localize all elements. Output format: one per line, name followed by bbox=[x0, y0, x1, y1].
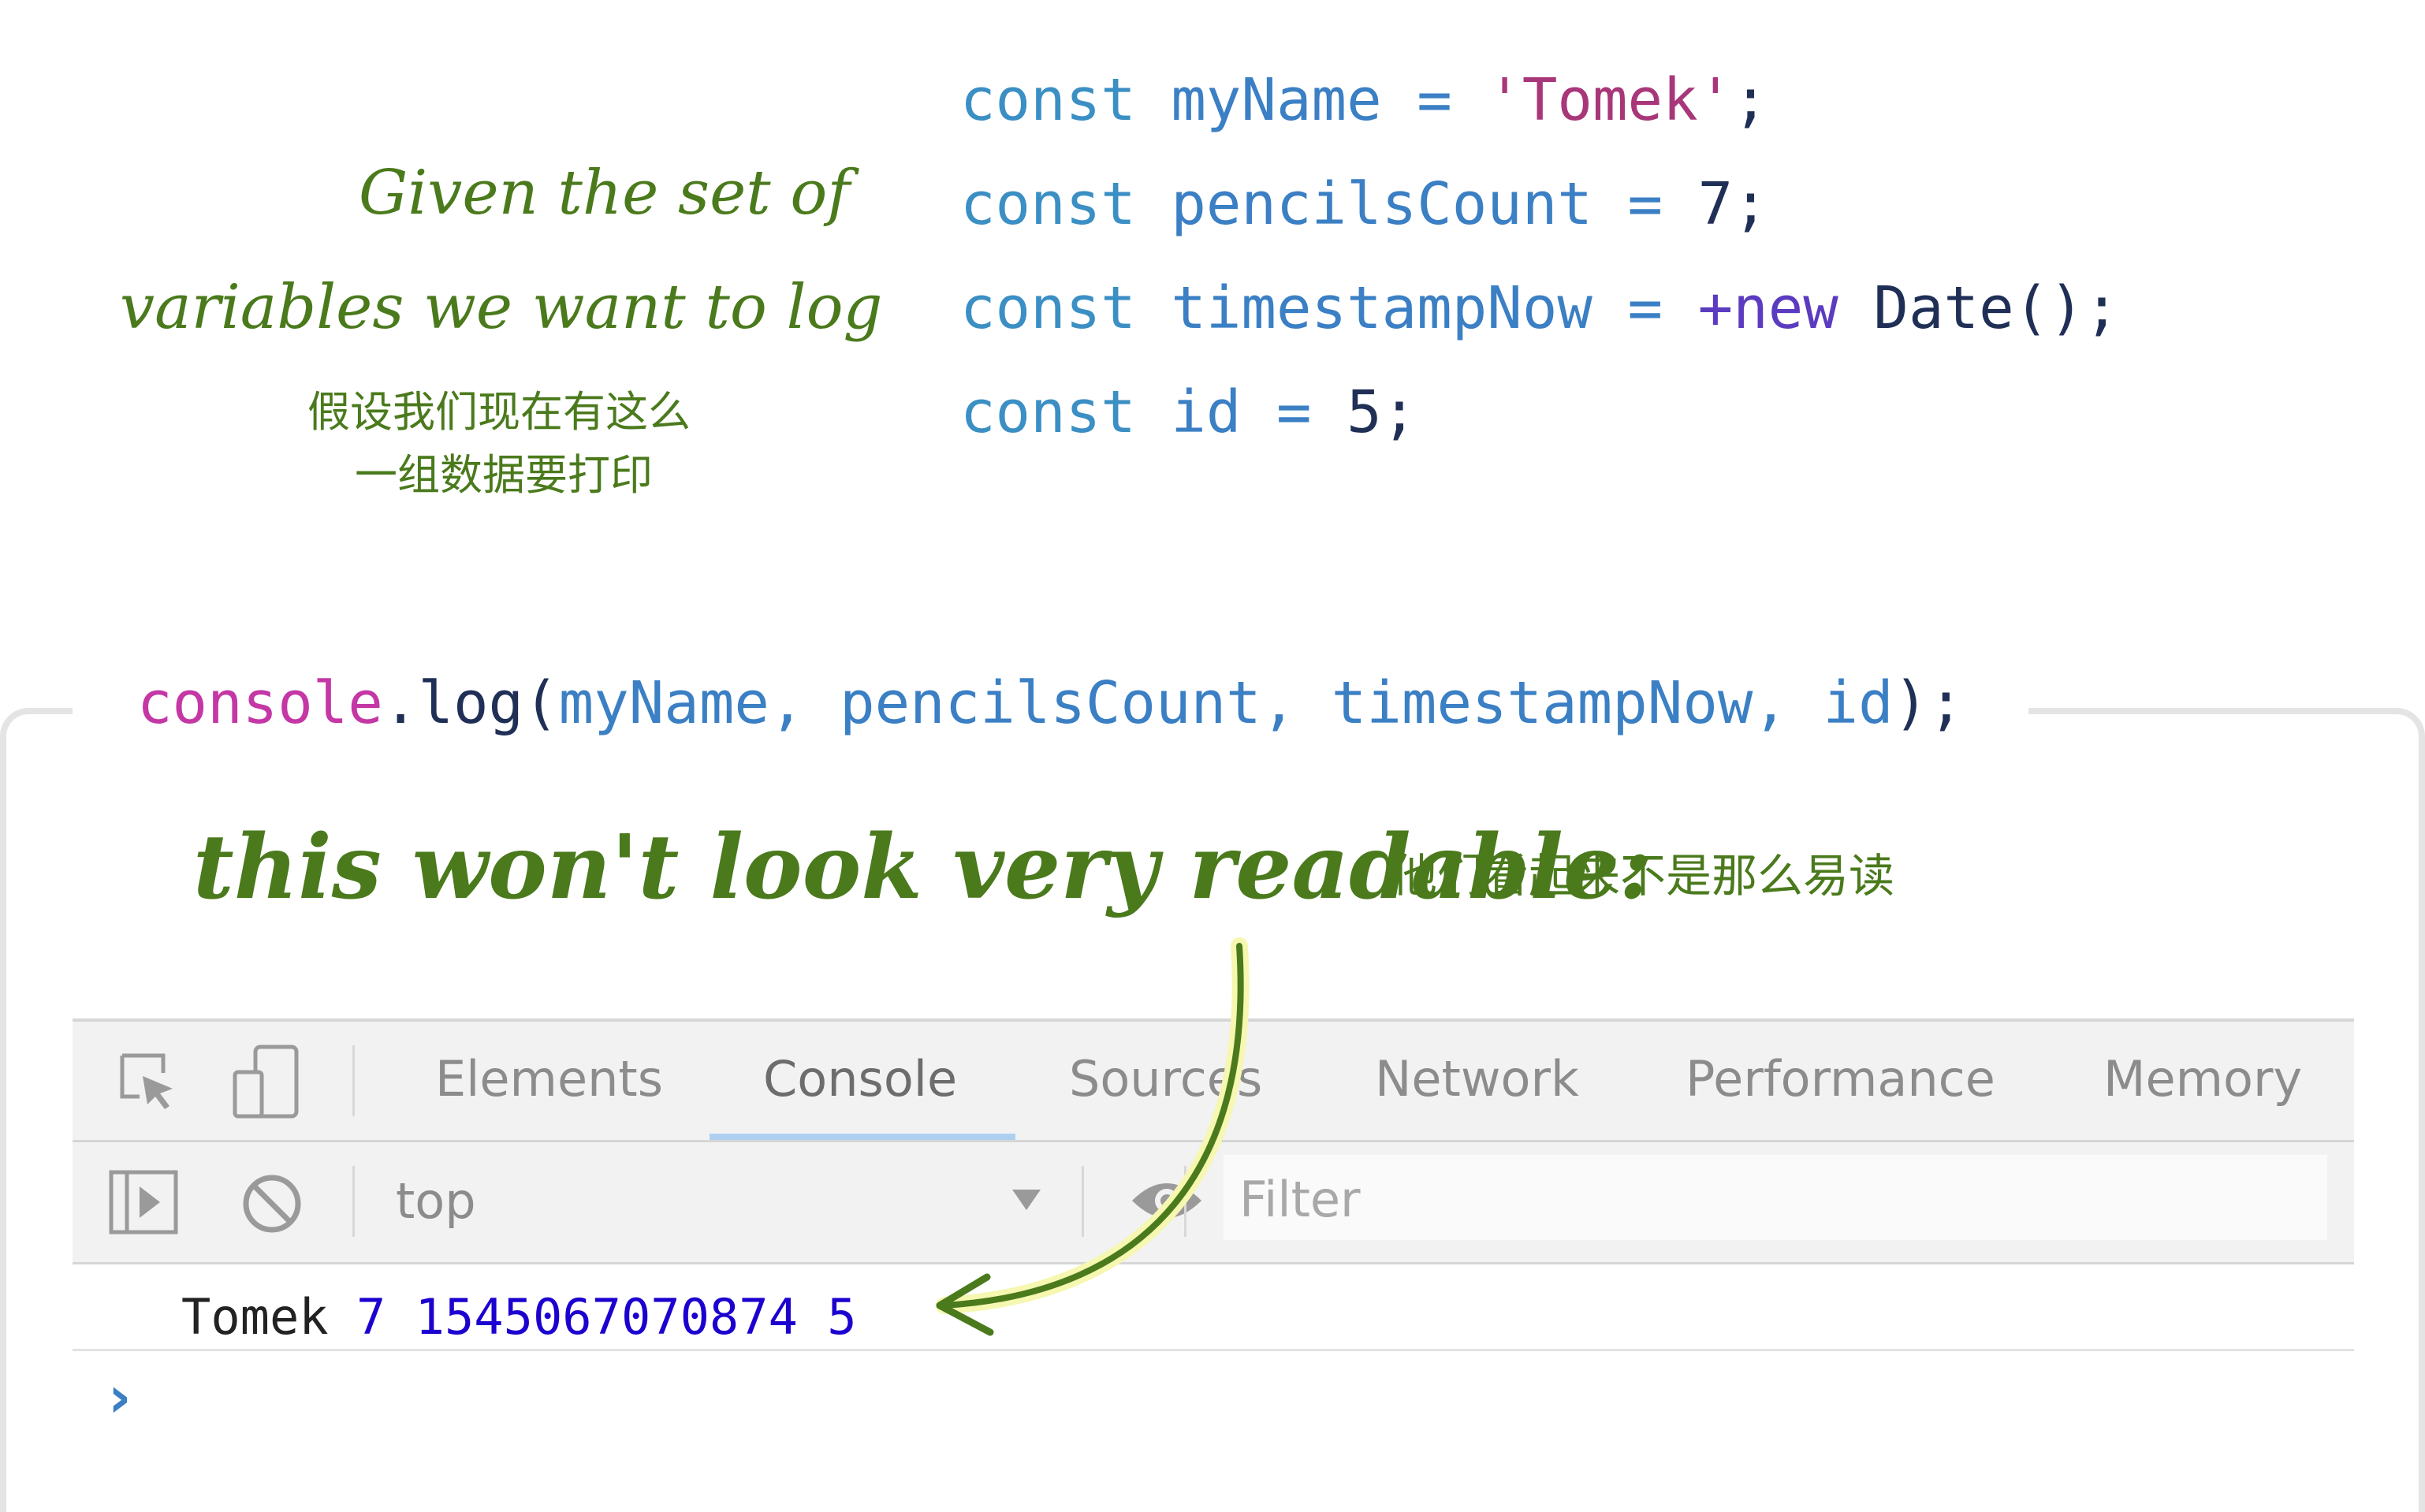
curved-arrow-icon bbox=[936, 937, 1250, 1336]
